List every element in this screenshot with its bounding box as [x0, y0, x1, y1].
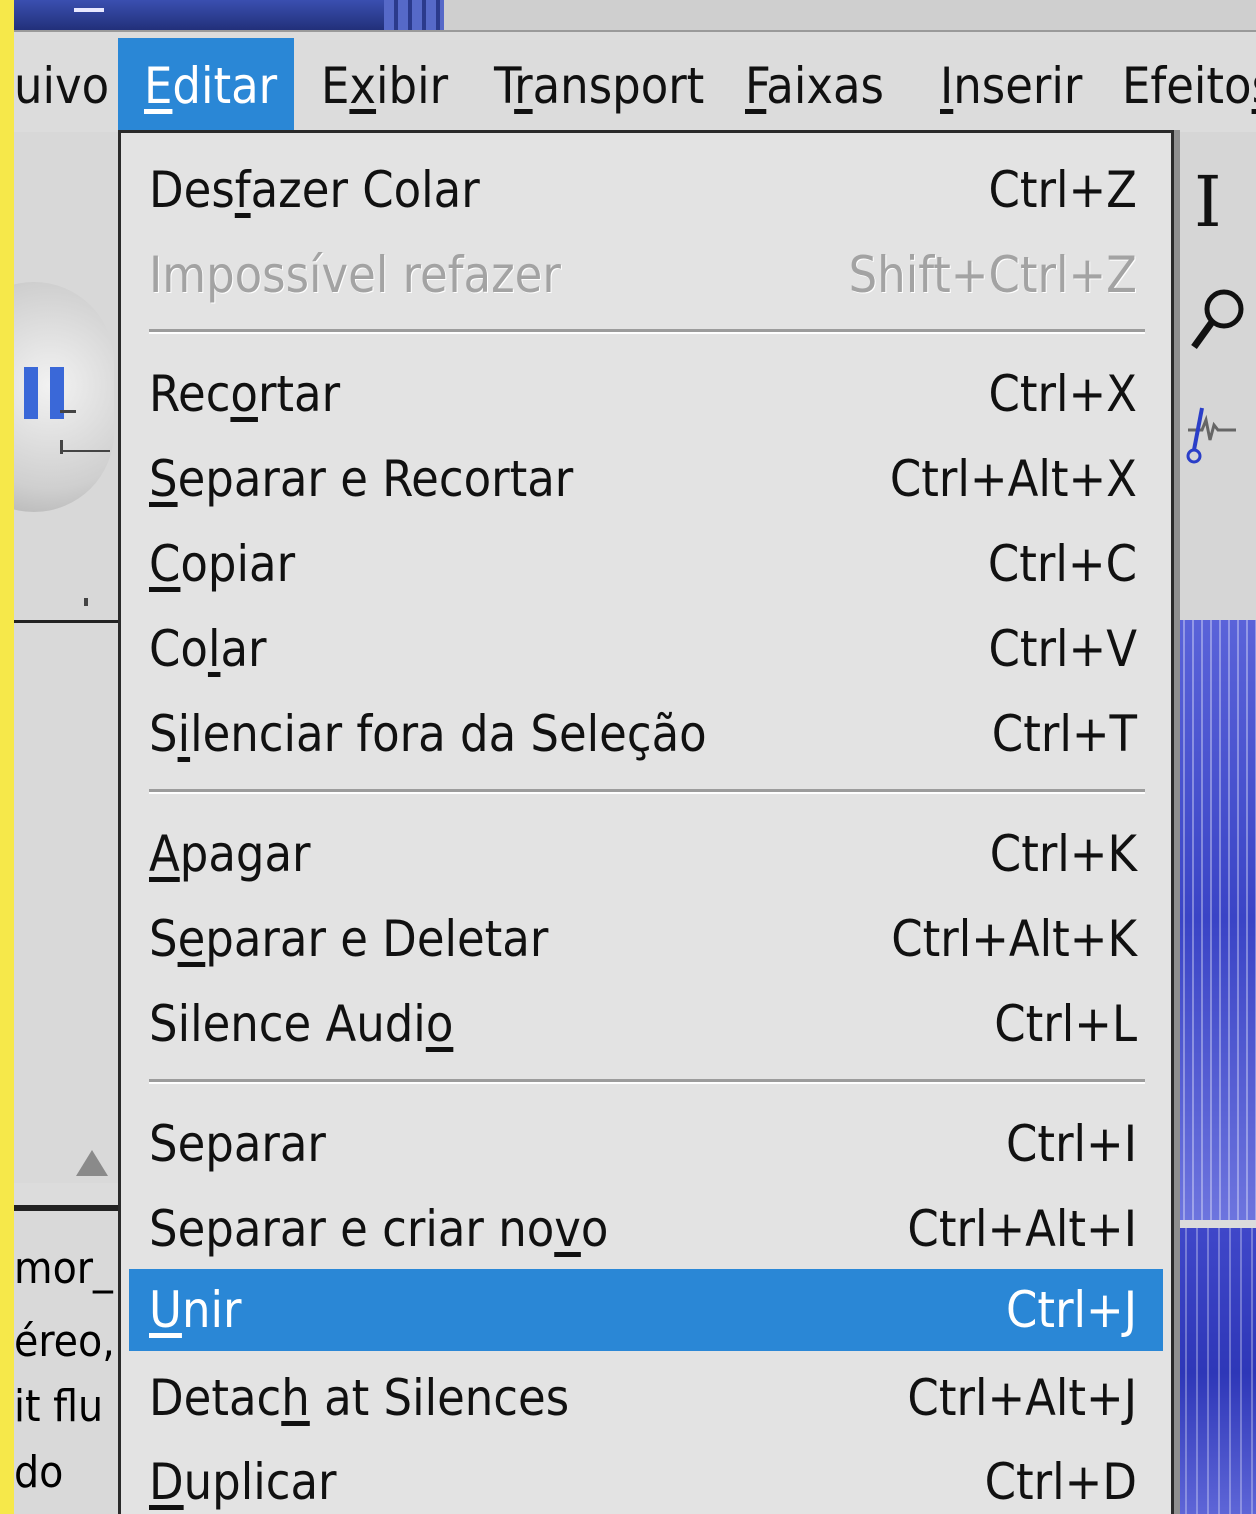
menu-item-recortar[interactable]: Recortar Ctrl+X [129, 353, 1163, 435]
menu-item-label: Separar e Deletar [149, 910, 549, 968]
selection-tool-icon[interactable]: I [1194, 162, 1222, 242]
track-control-panel-2: mor_ éreo, it flu do [14, 1205, 118, 1514]
title-bar [14, 0, 1256, 32]
zoom-tool-icon[interactable] [1186, 285, 1250, 359]
meter-tick [60, 410, 76, 413]
menu-item-label: Unir [149, 1281, 242, 1339]
menu-item-apagar[interactable]: Apagar Ctrl+K [129, 813, 1163, 895]
title-bar-decoration [384, 0, 444, 30]
menu-transport[interactable]: Transport [494, 38, 704, 130]
menu-item-label: Separar e criar novo [149, 1200, 609, 1258]
track-control-panel [14, 620, 118, 1183]
menu-item-silenciar-fora[interactable]: Silenciar fora da Seleção Ctrl+T [129, 693, 1163, 775]
menu-item-label: Detach at Silences [149, 1369, 570, 1427]
menu-arquivo[interactable]: uivo [14, 38, 112, 130]
menu-item-label: Separar [149, 1115, 326, 1173]
menu-item-refazer: Impossível refazer Shift+Ctrl+Z [129, 234, 1163, 316]
draw-tool-icon[interactable] [1184, 400, 1240, 480]
menu-item-shortcut: Ctrl+D [984, 1453, 1137, 1511]
audacity-window: mor_ éreo, it flu do I uivo Editar Exibi… [14, 0, 1256, 1514]
menu-item-separar-deletar[interactable]: Separar e Deletar Ctrl+Alt+K [129, 898, 1163, 980]
menu-item-label: Impossível refazer [149, 246, 561, 304]
menu-item-label: Separar e Recortar [149, 450, 574, 508]
menu-item-label: Silence Audio [149, 995, 454, 1053]
edit-menu-dropdown: Desfazer Colar Ctrl+Z Impossível refazer… [118, 130, 1174, 1514]
track-format-text: it flu [14, 1381, 104, 1432]
menu-item-shortcut: Ctrl+X [988, 365, 1137, 423]
menu-item-unir[interactable]: Unir Ctrl+J [129, 1269, 1163, 1351]
menu-item-label: Silenciar fora da Seleção [149, 705, 707, 763]
menu-item-desfazer[interactable]: Desfazer Colar Ctrl+Z [129, 149, 1163, 231]
menu-item-duplicar[interactable]: Duplicar Ctrl+D [129, 1441, 1163, 1514]
menu-separator [149, 329, 1145, 334]
timeline-tick [84, 598, 88, 606]
menu-item-label: Colar [149, 620, 267, 678]
audio-waveform[interactable] [1174, 620, 1256, 1220]
menu-bar: uivo Editar Exibir Transport Faixas Inse… [14, 32, 1256, 132]
transport-toolbar [14, 132, 118, 622]
menu-item-shortcut: Ctrl+V [988, 620, 1138, 678]
menu-item-label: Recortar [149, 365, 341, 423]
pause-button[interactable] [14, 282, 114, 512]
track-format-text: éreo, [14, 1316, 115, 1367]
menu-item-shortcut: Ctrl+Alt+X [889, 450, 1137, 508]
menu-item-shortcut: Ctrl+L [994, 995, 1137, 1053]
menu-item-shortcut: Ctrl+Alt+K [891, 910, 1137, 968]
title-bar-active-area [14, 0, 434, 30]
menu-item-detach-silences[interactable]: Detach at Silences Ctrl+Alt+J [129, 1357, 1163, 1439]
menu-item-colar[interactable]: Colar Ctrl+V [129, 608, 1163, 690]
track-button-label[interactable]: do [14, 1447, 63, 1498]
audio-waveform-2[interactable] [1174, 1228, 1256, 1514]
menu-exibir[interactable]: Exibir [321, 38, 448, 130]
menu-item-shortcut: Shift+Ctrl+Z [848, 246, 1137, 304]
track-name[interactable]: mor_ [14, 1243, 113, 1294]
menu-item-shortcut: Ctrl+Z [988, 161, 1137, 219]
menu-separator [149, 1079, 1145, 1084]
menu-item-separar[interactable]: Separar Ctrl+I [129, 1103, 1163, 1185]
menu-item-shortcut: Ctrl+Alt+I [907, 1200, 1137, 1258]
menu-item-label: Duplicar [149, 1453, 337, 1511]
menu-item-separar-criar-novo[interactable]: Separar e criar novo Ctrl+Alt+I [129, 1188, 1163, 1270]
menu-item-label: Apagar [149, 825, 311, 883]
meter-tick [60, 450, 110, 452]
pause-icon [24, 367, 38, 419]
menu-item-copiar[interactable]: Copiar Ctrl+C [129, 523, 1163, 605]
menu-item-shortcut: Ctrl+T [991, 705, 1137, 763]
menu-faixas[interactable]: Faixas [745, 38, 884, 130]
menu-item-shortcut: Ctrl+C [987, 535, 1137, 593]
menu-inserir[interactable]: Inserir [940, 38, 1082, 130]
menu-item-label: Desfazer Colar [149, 161, 480, 219]
menu-editar[interactable]: Editar [118, 38, 294, 130]
menu-item-label: Copiar [149, 535, 296, 593]
menu-separator [149, 789, 1145, 794]
menu-efeitos[interactable]: Efeitos [1122, 38, 1256, 130]
menu-item-shortcut: Ctrl+J [1006, 1281, 1137, 1339]
menu-item-shortcut: Ctrl+Alt+J [907, 1369, 1137, 1427]
menu-item-separar-recortar[interactable]: Separar e Recortar Ctrl+Alt+X [129, 438, 1163, 520]
menu-item-shortcut: Ctrl+K [989, 825, 1137, 883]
menu-item-silence-audio[interactable]: Silence Audio Ctrl+L [129, 983, 1163, 1065]
menu-item-shortcut: Ctrl+I [1006, 1115, 1137, 1173]
collapse-track-icon[interactable] [76, 1150, 108, 1176]
